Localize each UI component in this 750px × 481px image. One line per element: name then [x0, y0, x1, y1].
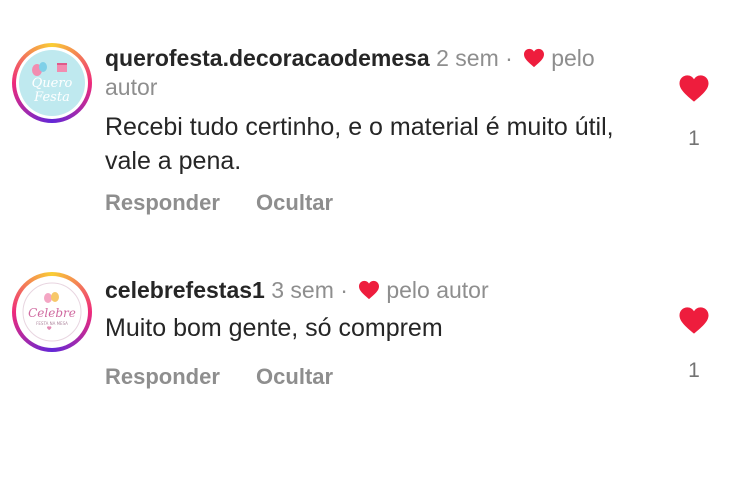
reply-button[interactable]: Responder	[105, 190, 220, 215]
comment-time[interactable]: 2 sem	[436, 45, 499, 71]
separator: ·	[505, 45, 513, 71]
avatar-image: Celebre FESTA NA MESA	[19, 279, 85, 345]
liked-by-author-label-2: autor	[105, 74, 158, 100]
avatar-logo-text-2: FESTA NA MESA	[36, 321, 68, 326]
comment-text: Recebi tudo certinho, e o material é mui…	[105, 113, 614, 175]
liked-by-author-heart-icon	[359, 280, 380, 300]
avatar-border: Quero Festa	[16, 47, 88, 119]
avatar[interactable]: Quero Festa	[12, 43, 92, 123]
hide-button[interactable]: Ocultar	[256, 364, 333, 389]
liked-by-author-label: pelo	[551, 45, 595, 71]
comment-actions: Responder Ocultar	[105, 364, 363, 390]
like-count[interactable]: 1	[686, 127, 702, 151]
like-count[interactable]: 1	[686, 359, 702, 383]
username-link[interactable]: querofesta.decoracaodemesa	[105, 45, 430, 71]
like-heart-icon[interactable]	[678, 74, 710, 103]
avatar-logo-text-2: Festa	[33, 90, 70, 105]
liked-by-author-heart-icon	[524, 48, 545, 68]
comment-header: celebrefestas1 3 sem · pelo autor	[105, 276, 665, 305]
avatar-logo-text: Celebre	[28, 306, 76, 320]
avatar-border: Celebre FESTA NA MESA	[16, 276, 88, 348]
comment-actions: Responder Ocultar	[105, 190, 363, 216]
reply-button[interactable]: Responder	[105, 364, 220, 389]
comment-header: querofesta.decoracaodemesa 2 sem · pelo …	[105, 44, 665, 102]
separator: ·	[340, 277, 348, 303]
avatar[interactable]: Celebre FESTA NA MESA	[12, 272, 92, 352]
avatar-logo-text: Quero	[32, 76, 73, 91]
username-link[interactable]: celebrefestas1	[105, 277, 265, 303]
hide-button[interactable]: Ocultar	[256, 190, 333, 215]
comment-text: Muito bom gente, só comprem	[105, 314, 443, 342]
liked-by-author-label: pelo autor	[386, 277, 489, 303]
comment-time[interactable]: 3 sem	[271, 277, 334, 303]
like-heart-icon[interactable]	[678, 306, 710, 335]
avatar-image: Quero Festa	[19, 50, 85, 116]
